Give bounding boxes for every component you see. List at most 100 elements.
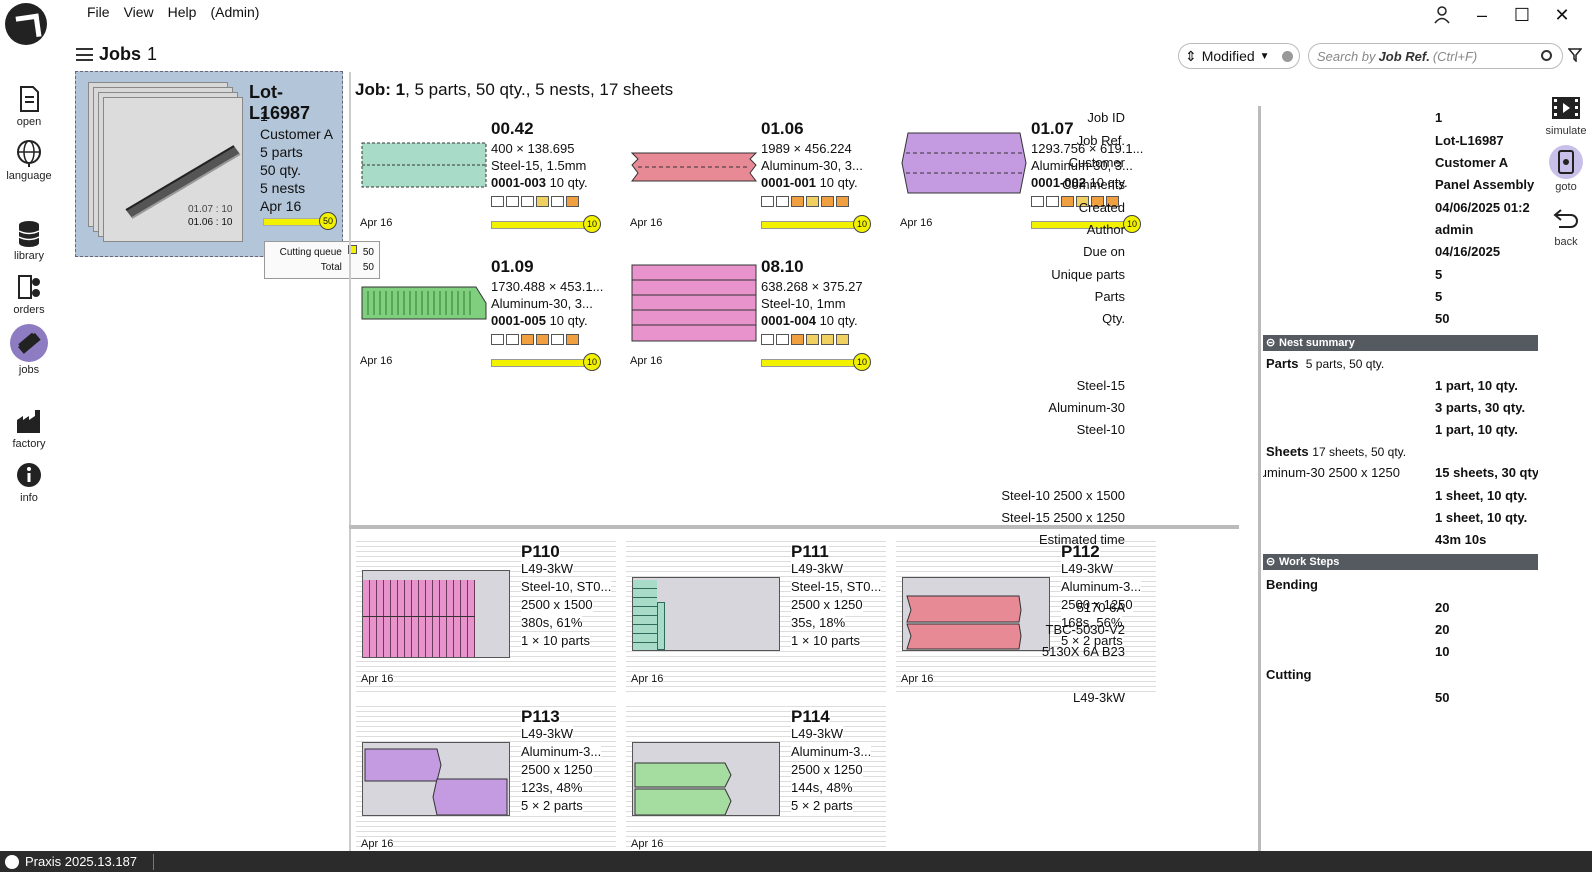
part-tile[interactable]: 01.09 1730.488 × 453.1... Aluminum-30, 3… <box>355 257 615 377</box>
nest-parts: 1 × 10 parts <box>521 633 591 648</box>
bending-label: Bending <box>1266 577 1318 592</box>
nest-tile[interactable]: P114 L49-3kW Aluminum-3... 2500 x 1250 1… <box>626 702 886 850</box>
part-dims: 1730.488 × 453.1... <box>491 279 604 294</box>
part-dims: 638.268 × 375.27 <box>761 279 863 294</box>
nest-tile[interactable]: P113 L49-3kW Aluminum-3... 2500 x 1250 1… <box>356 702 616 850</box>
part-thumbnail <box>361 142 487 188</box>
nest-name: P113 <box>521 707 560 727</box>
nav-factory[interactable]: factory <box>0 406 58 450</box>
rail-goto[interactable]: goto <box>1540 145 1592 193</box>
jobs-title: Jobs <box>99 44 142 64</box>
filter-icon[interactable] <box>1567 48 1583 65</box>
work-steps-header[interactable]: Work Steps <box>1263 554 1538 570</box>
nav-library[interactable]: library <box>0 218 58 262</box>
job-date: Apr 16 <box>260 198 302 214</box>
part-badge: 10 <box>583 215 601 233</box>
rail-simulate[interactable]: simulate <box>1540 93 1592 137</box>
job-nests: 5 nests <box>260 180 306 196</box>
job-badge: 50 <box>319 212 337 230</box>
job-card[interactable]: 01.07 : 10 01.06 : 10 Lot-L16987 1 Custo… <box>75 71 343 257</box>
nest-material: Aluminum-3... <box>1061 579 1142 594</box>
job-info: 1 Customer A 5 parts 50 qty. 5 nests Apr… <box>260 107 333 215</box>
part-name: 01.09 <box>491 257 534 276</box>
nest-machine: L49-3kW <box>521 726 574 741</box>
factory-icon <box>14 406 44 436</box>
clear-sort-icon[interactable] <box>1282 50 1293 62</box>
part-date: Apr 16 <box>630 355 663 367</box>
part-progress-bar <box>761 221 861 229</box>
jobs-count: 1 <box>147 44 158 64</box>
nav-orders[interactable]: orders <box>0 272 58 316</box>
window-controls: – ☐ ✕ <box>1422 2 1582 28</box>
search-icon[interactable] <box>1541 50 1552 61</box>
nav-open[interactable]: open <box>0 84 58 128</box>
nav-jobs[interactable]: jobs <box>0 324 58 376</box>
search-input[interactable]: Search by Job Ref. (Ctrl+F) <box>1308 43 1563 69</box>
nest-name: P111 <box>791 542 829 562</box>
search-placeholder-suffix: (Ctrl+F) <box>1432 48 1478 64</box>
part-thumbnail <box>901 132 1027 194</box>
part-badge: 10 <box>583 353 601 371</box>
nest-parts: 5 × 2 parts <box>521 798 583 813</box>
document-icon <box>14 84 44 114</box>
nest-thumbnail <box>362 742 510 816</box>
nest-thumbnail <box>632 577 780 651</box>
nest-parts: 5 × 2 parts <box>791 798 853 813</box>
app-logo[interactable] <box>5 3 47 45</box>
part-process-icons <box>761 334 849 345</box>
sort-direction-icon[interactable]: ⇕ <box>1185 48 1197 65</box>
nest-tile[interactable]: P112 L49-3kW Aluminum-3... 2500 x 1250 1… <box>896 537 1156 695</box>
part-date: Apr 16 <box>630 217 663 229</box>
part-badge: 10 <box>1123 215 1141 233</box>
job-summary-label: Job: 1 <box>355 80 406 99</box>
nest-size: 2500 x 1250 <box>791 762 863 777</box>
sort-dropdown[interactable]: ⇕ Modified ▼ <box>1178 43 1300 69</box>
search-placeholder-field: Job Ref. <box>1378 48 1430 64</box>
part-badge: 10 <box>853 215 871 233</box>
close-icon[interactable]: ✕ <box>1542 2 1582 28</box>
divider[interactable] <box>349 72 351 852</box>
maximize-icon[interactable]: ☐ <box>1502 2 1542 28</box>
part-name: 08.10 <box>761 257 804 276</box>
rail-back[interactable]: back <box>1540 204 1592 248</box>
part-tile[interactable]: 00.42 400 × 138.695 Steel-15, 1.5mm 0001… <box>355 119 615 239</box>
part-tile[interactable]: 01.06 1989 × 456.224 Aluminum-30, 3... 0… <box>625 119 885 239</box>
nav-label: open <box>16 116 42 128</box>
part-date: Apr 16 <box>360 355 393 367</box>
nest-name: P114 <box>791 707 830 727</box>
nest-tile[interactable]: P111 L49-3kW Steel-15, ST0... 2500 x 125… <box>626 537 886 695</box>
nest-size: 2500 x 1250 <box>791 597 863 612</box>
part-code: 0001-005 10 qty. <box>491 313 588 328</box>
job-thumbnail: 01.07 : 10 01.06 : 10 <box>88 82 243 247</box>
chevron-down-icon: ▼ <box>1259 50 1270 62</box>
menu-view[interactable]: View <box>124 4 154 20</box>
nest-time: 123s, 48% <box>521 780 583 795</box>
right-panel-splitter[interactable] <box>1258 106 1261 851</box>
user-icon[interactable] <box>1422 2 1462 28</box>
part-thumbnail <box>361 286 487 320</box>
nav-language[interactable]: language <box>0 138 58 182</box>
status-bar: Praxis 2025.13.187 <box>0 851 1592 872</box>
nest-thumbnail <box>902 577 1050 651</box>
horizontal-splitter[interactable] <box>349 525 1239 529</box>
part-material: Aluminum-30, 3... <box>761 158 863 173</box>
nest-tile[interactable]: P110 L49-3kW Steel-10, ST0... 2500 x 150… <box>356 537 616 695</box>
nest-size: 2500 x 1500 <box>521 597 593 612</box>
rail-label: back <box>1554 236 1578 248</box>
hamburger-icon[interactable] <box>76 48 93 61</box>
rail-label: simulate <box>1545 125 1587 137</box>
nest-summary-parts: Parts 5 parts, 50 qty. <box>1266 356 1385 371</box>
menu-admin: (Admin) <box>210 4 260 20</box>
part-material: Steel-10, 1mm <box>761 296 846 311</box>
part-thumbnail <box>631 264 757 342</box>
nav-info[interactable]: info <box>0 460 58 504</box>
minimize-icon[interactable]: – <box>1462 2 1502 28</box>
menu-file[interactable]: File <box>87 4 110 20</box>
nest-summary-header[interactable]: Nest summary <box>1263 335 1538 351</box>
summary-row: Aluminum-30 2500 x 1250 15 sheets, 30 qty <box>1263 465 1538 480</box>
menu-help[interactable]: Help <box>168 4 197 20</box>
job-parts: 5 parts <box>260 144 303 160</box>
part-process-icons <box>761 196 849 207</box>
part-tile[interactable]: 08.10 638.268 × 375.27 Steel-10, 1mm 000… <box>625 257 885 377</box>
nest-machine: L49-3kW <box>791 561 844 576</box>
